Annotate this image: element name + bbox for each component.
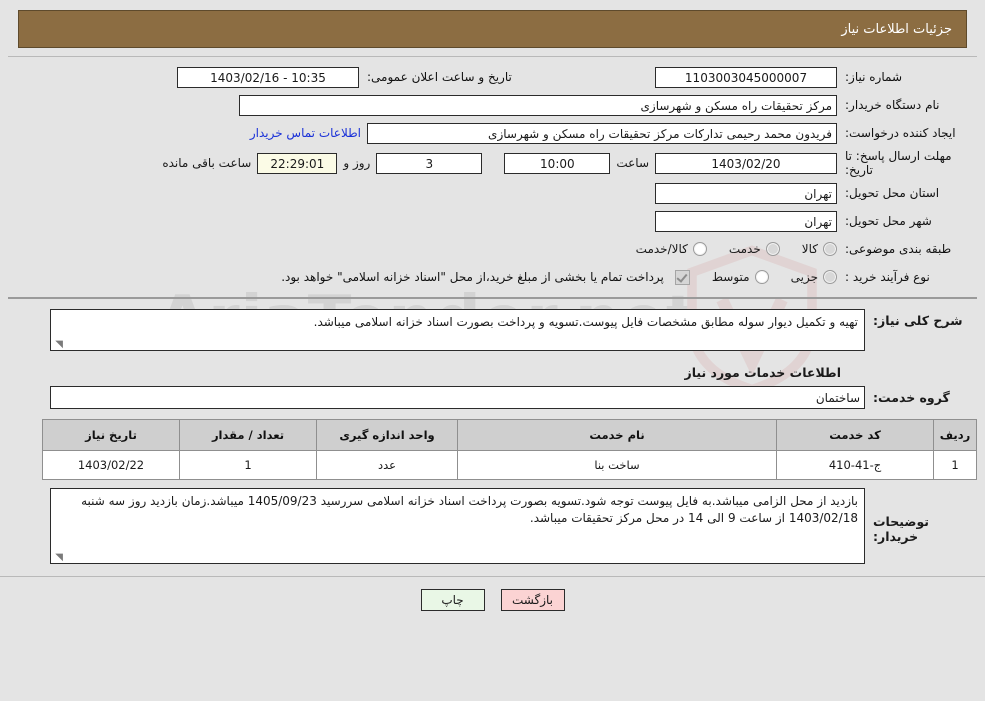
services-table: ردیف کد خدمت نام خدمت واحد اندازه گیری ت… (42, 419, 977, 480)
category-option-label: کالا (801, 242, 818, 256)
cell-index: 1 (933, 450, 977, 480)
radio-icon[interactable] (692, 242, 707, 256)
resize-handle-icon[interactable]: ◥ (54, 553, 63, 563)
deadline-row: مهلت ارسال پاسخ: تا تاریخ: 1403/02/20 سا… (8, 147, 977, 179)
purchase-type-row: نوع فرآیند خرید : جزیی متوسط پرداخت تمام… (8, 263, 977, 291)
cell-code: ج-41-410 (776, 450, 934, 480)
purchase-type-option-label: متوسط (711, 270, 750, 284)
service-group-label: گروه خدمت: (873, 390, 950, 405)
remaining-days-value: 3 (376, 152, 483, 174)
city-value: تهران (655, 210, 837, 232)
requester-row: ایجاد کننده درخواست: فریدون محمد رحیمی ت… (8, 119, 977, 147)
col-need-date: تاریخ نیاز (42, 419, 180, 451)
requester-value: فریدون محمد رحیمی تدارکات مرکز تحقیقات ر… (367, 122, 837, 144)
page-header: جزئیات اطلاعات نیاز (18, 10, 967, 48)
cell-need-date: 1403/02/22 (42, 450, 180, 480)
purchase-type-option-jozi[interactable]: جزیی (791, 270, 837, 284)
description-label: شرح کلی نیاز: (873, 313, 963, 328)
category-row: طبقه بندی موضوعی: کالا خدمت کالا/خدمت (8, 235, 977, 263)
cell-quantity: 1 (179, 450, 317, 480)
category-option-kala[interactable]: کالا (802, 242, 837, 256)
radio-icon[interactable] (754, 270, 769, 284)
col-name: نام خدمت (457, 419, 777, 451)
col-code: کد خدمت (776, 419, 934, 451)
action-buttons: بازگشت چاپ (0, 589, 985, 611)
city-row: شهر محل تحویل: تهران (8, 207, 977, 235)
treasury-note-text: پرداخت تمام یا بخشی از مبلغ خرید،از محل … (281, 270, 664, 284)
buyer-org-label: نام دستگاه خریدار: (845, 98, 940, 112)
description-section: شرح کلی نیاز: تهیه و تکمیل دیوار سوله مط… (8, 299, 977, 409)
province-value: تهران (655, 182, 837, 204)
col-quantity: تعداد / مقدار (179, 419, 317, 451)
city-label: شهر محل تحویل: (845, 214, 932, 228)
purchase-type-option-motavaset[interactable]: متوسط (712, 270, 769, 284)
buyer-org-value: مرکز تحقیقات راه مسکن و شهرسازی (239, 94, 837, 116)
category-option-label: خدمت (728, 242, 761, 256)
radio-icon[interactable] (765, 242, 780, 256)
province-row: استان محل تحویل: تهران (8, 179, 977, 207)
category-option-kala-khedmat[interactable]: کالا/خدمت (636, 242, 707, 256)
requester-label: ایجاد کننده درخواست: (845, 126, 956, 140)
need-summary-panel: شماره نیاز: 1103003045000007 تاریخ و ساع… (8, 56, 977, 299)
need-number-row: شماره نیاز: 1103003045000007 تاریخ و ساع… (8, 63, 977, 91)
resize-handle-icon[interactable]: ◥ (54, 340, 63, 350)
countdown-timer: 22:29:01 (257, 152, 338, 174)
need-number-label: شماره نیاز: (845, 70, 902, 84)
table-row: 1 ج-41-410 ساخت بنا عدد 1 1403/02/22 (42, 450, 977, 480)
col-unit: واحد اندازه گیری (316, 419, 458, 451)
checkbox-icon[interactable] (674, 269, 690, 285)
buyer-notes-row: توضیحات خریدار: بازدید از محل الزامی میب… (8, 488, 977, 568)
buyer-notes-label: توضیحات خریدار: (873, 514, 929, 544)
deadline-label: مهلت ارسال پاسخ: تا تاریخ: (845, 149, 952, 177)
category-option-label: کالا/خدمت (635, 242, 688, 256)
table-header-row: ردیف کد خدمت نام خدمت واحد اندازه گیری ت… (42, 419, 977, 451)
buyer-org-row: نام دستگاه خریدار: مرکز تحقیقات راه مسکن… (8, 91, 977, 119)
category-option-khedmat[interactable]: خدمت (729, 242, 780, 256)
radio-icon[interactable] (823, 242, 837, 256)
category-label: طبقه بندی موضوعی: (845, 242, 952, 256)
buyer-notes-value: بازدید از محل الزامی میباشد.به فایل پیوس… (81, 494, 858, 525)
description-textarea[interactable]: تهیه و تکمیل دیوار سوله مطابق مشخصات فای… (50, 309, 865, 351)
public-announce-value: 10:35 - 1403/02/16 (177, 66, 359, 88)
cell-unit: عدد (316, 450, 458, 480)
public-announce-label: تاریخ و ساعت اعلان عمومی: (367, 70, 512, 84)
cell-name: ساخت بنا (457, 450, 777, 480)
countdown-label: ساعت باقی مانده (162, 156, 252, 170)
purchase-type-option-label: جزیی (790, 270, 818, 284)
hour-label: ساعت (616, 156, 649, 170)
hour-value: 10:00 (504, 152, 611, 174)
buyer-notes-textarea[interactable]: بازدید از محل الزامی میباشد.به فایل پیوس… (50, 488, 865, 564)
page-title: جزئیات اطلاعات نیاز (841, 21, 952, 37)
footer-divider (0, 576, 985, 577)
col-index: ردیف (933, 419, 977, 451)
radio-icon[interactable] (823, 270, 837, 284)
service-group-row: گروه خدمت: ساختمان (8, 386, 977, 409)
buyer-notes-section: توضیحات خریدار: بازدید از محل الزامی میب… (8, 488, 977, 568)
description-row: شرح کلی نیاز: تهیه و تکمیل دیوار سوله مط… (8, 299, 977, 355)
service-group-value: ساختمان (50, 386, 865, 409)
remaining-days-label: روز و (343, 156, 371, 170)
back-button[interactable]: بازگشت (500, 589, 565, 611)
purchase-type-label: نوع فرآیند خرید : (845, 270, 930, 284)
description-value: تهیه و تکمیل دیوار سوله مطابق مشخصات فای… (313, 315, 858, 329)
need-number-value: 1103003045000007 (655, 66, 837, 88)
deadline-date-value: 1403/02/20 (655, 152, 837, 174)
treasury-note-group: پرداخت تمام یا بخشی از مبلغ خرید،از محل … (281, 269, 690, 285)
buyer-contact-link[interactable]: اطلاعات تماس خریدار (244, 126, 367, 140)
province-label: استان محل تحویل: (845, 186, 940, 200)
print-button[interactable]: چاپ (420, 589, 485, 611)
services-section-title: اطلاعات خدمات مورد نیاز (684, 365, 842, 380)
